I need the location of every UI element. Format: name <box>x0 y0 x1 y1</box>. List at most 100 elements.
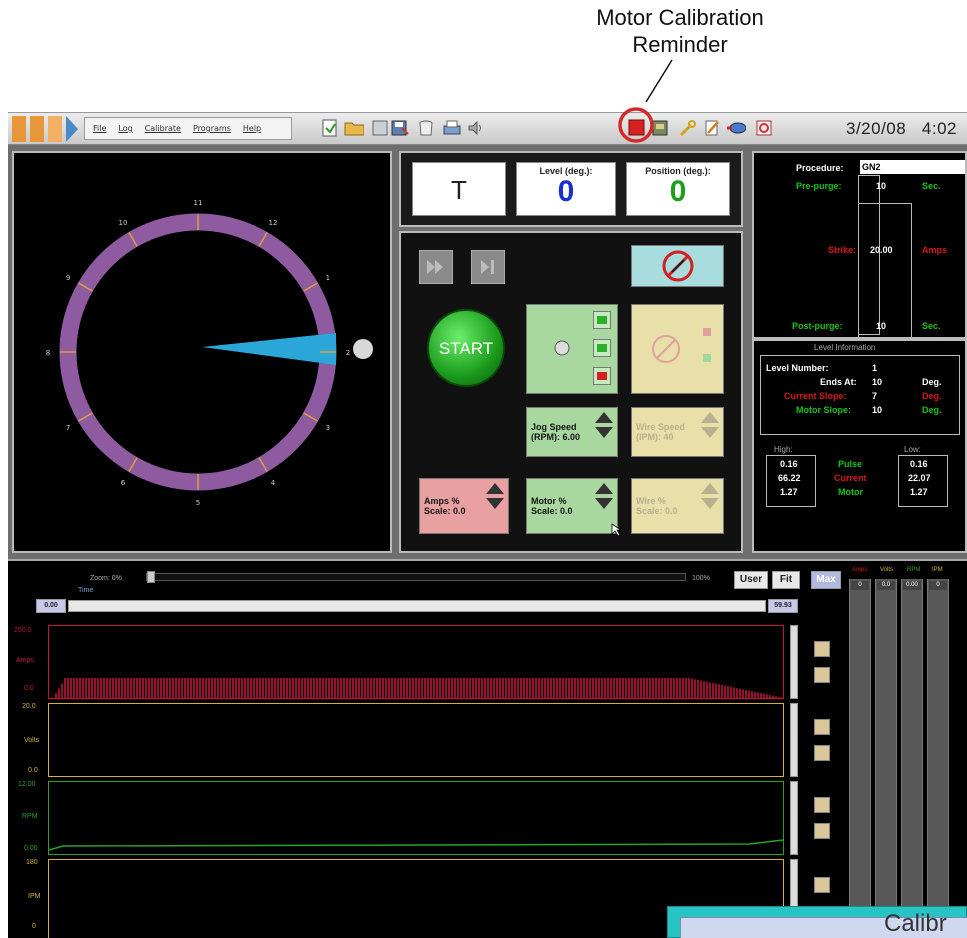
dial-label: 8 <box>46 349 50 357</box>
motor-forward-button[interactable] <box>593 311 611 329</box>
amps-scale-control[interactable]: Amps % Scale: 0.0 <box>419 478 509 534</box>
zoom-slider[interactable] <box>146 571 686 583</box>
menu-help[interactable]: Help <box>243 124 261 133</box>
high-motor-value[interactable]: 1.27 <box>780 487 798 497</box>
jog-speed-up-arrow[interactable] <box>595 412 613 423</box>
wire-up-icon[interactable] <box>700 325 714 339</box>
wire-speed-up-arrow[interactable] <box>701 412 719 423</box>
callout-label: Motor Calibration Reminder <box>560 4 800 58</box>
motor-scale-down-arrow[interactable] <box>595 498 613 509</box>
time-start-field[interactable]: 0.00 <box>36 599 66 613</box>
dial-handle[interactable] <box>353 339 373 359</box>
mode-button[interactable]: T <box>412 162 506 216</box>
wire-speed-down-arrow[interactable] <box>701 427 719 438</box>
trash-icon[interactable] <box>416 118 436 138</box>
pencil-icon[interactable] <box>702 118 722 138</box>
rpm-scrollbar[interactable] <box>790 781 798 855</box>
volts-meter: 0.0 <box>875 579 897 931</box>
post-purge-label: Post-purge: <box>792 321 843 331</box>
settings-icon[interactable] <box>754 118 774 138</box>
jog-speed-control[interactable]: Jog Speed (RPM): 6.00 <box>526 407 618 457</box>
amps-scrollbar[interactable] <box>790 625 798 699</box>
amps-scale-up-arrow[interactable] <box>486 483 504 494</box>
start-button[interactable]: START <box>427 309 505 387</box>
level-value: 0 <box>557 175 575 208</box>
rpm-zoom-in-icon[interactable] <box>814 797 830 813</box>
volts-meter-value: 0.0 <box>877 581 895 590</box>
time-end-field[interactable]: 59.93 <box>768 599 798 613</box>
time-label: Time <box>78 587 94 594</box>
sound-icon[interactable] <box>466 118 486 138</box>
max-button[interactable]: Max <box>811 571 841 589</box>
motor-slope-unit: Deg. <box>922 405 942 415</box>
high-pulse-value[interactable]: 0.16 <box>780 459 798 469</box>
meter-header-rpm: RPM <box>907 567 921 573</box>
volts-zoom-out-icon[interactable] <box>814 745 830 761</box>
time-range-slider[interactable] <box>68 600 766 612</box>
wire-scale-down-arrow[interactable] <box>701 498 719 509</box>
procedure-select[interactable]: GN2 <box>860 160 965 174</box>
procedure-label: Procedure: <box>796 163 844 173</box>
open-folder-icon[interactable] <box>344 118 364 138</box>
low-pulse-value[interactable]: 0.16 <box>910 459 928 469</box>
jog-speed-down-arrow[interactable] <box>595 427 613 438</box>
amps-meter-value: 0 <box>851 581 869 590</box>
strike-value[interactable]: 20.00 <box>870 245 893 255</box>
menu-programs[interactable]: Programs <box>193 124 231 133</box>
user-button[interactable]: User <box>734 571 768 589</box>
wrench-icon[interactable] <box>678 118 698 138</box>
strike-unit: Amps <box>922 245 948 255</box>
ends-at-value[interactable]: 10 <box>872 377 882 387</box>
low-motor-value[interactable]: 1.27 <box>910 487 928 497</box>
menu-calibrate[interactable]: Calibrate <box>145 124 181 133</box>
fit-button[interactable]: Fit <box>772 571 800 589</box>
amps-zoom-out-icon[interactable] <box>814 667 830 683</box>
motor-jog-button[interactable] <box>593 339 611 357</box>
no-wire-button[interactable] <box>631 245 724 287</box>
wire-feed-panel <box>631 304 724 394</box>
volts-zoom-in-icon[interactable] <box>814 719 830 735</box>
current-slope-value[interactable]: 7 <box>872 391 877 401</box>
rpm-plot[interactable] <box>48 781 784 855</box>
wire-scale-control[interactable]: Wire % Scale: 0.0 <box>631 478 724 534</box>
rpm-zoom-out-icon[interactable] <box>814 823 830 839</box>
new-file-icon[interactable] <box>320 118 340 138</box>
fast-forward-button[interactable] <box>419 250 453 284</box>
wire-scale-up-arrow[interactable] <box>701 483 719 494</box>
amps-trace <box>55 678 783 698</box>
motor-scale-up-arrow[interactable] <box>595 483 613 494</box>
save-icon[interactable] <box>390 118 410 138</box>
volts-scrollbar[interactable] <box>790 703 798 777</box>
ends-at-unit: Deg. <box>922 377 942 387</box>
wire-speed-control[interactable]: Wire Speed (IPM): 40 <box>631 407 724 457</box>
high-current-value[interactable]: 66.22 <box>778 473 801 483</box>
amps-zoom-in-icon[interactable] <box>814 641 830 657</box>
motor-scale-control[interactable]: Motor % Scale: 0.0 <box>526 478 618 534</box>
menu-log[interactable]: Log <box>118 124 132 133</box>
motor-reverse-button[interactable] <box>593 367 611 385</box>
motor-slope-value[interactable]: 10 <box>872 405 882 415</box>
procedure-panel: Procedure: GN2 Pre-purge: 10 Sec. Strike… <box>752 151 967 343</box>
wire-speed-label: Wire Speed <box>636 422 685 432</box>
arrow-icon[interactable] <box>726 118 746 138</box>
step-button[interactable] <box>471 250 505 284</box>
amps-scale-down-arrow[interactable] <box>486 498 504 509</box>
motor-scale-value: Scale: 0.0 <box>531 506 573 516</box>
menu-file[interactable]: File <box>93 124 106 133</box>
motor-direction-panel <box>526 304 618 394</box>
amps-plot[interactable] <box>48 625 784 699</box>
level-number-value[interactable]: 1 <box>872 363 877 373</box>
ipm-max-label: 180 <box>26 859 38 866</box>
low-current-value[interactable]: 22.07 <box>908 473 931 483</box>
amps-scale-value: Scale: 0.0 <box>424 506 466 516</box>
dial-label: 11 <box>194 199 203 207</box>
zoom-slider-handle[interactable] <box>147 571 155 583</box>
print-icon[interactable] <box>442 118 462 138</box>
pre-purge-value[interactable]: 10 <box>876 181 886 191</box>
rpm-trace <box>48 839 784 851</box>
wire-down-icon[interactable] <box>700 351 714 365</box>
disk-icon[interactable] <box>370 118 390 138</box>
ipm-zoom-in-icon[interactable] <box>814 877 830 893</box>
post-purge-value[interactable]: 10 <box>876 321 886 331</box>
volts-plot[interactable] <box>48 703 784 777</box>
